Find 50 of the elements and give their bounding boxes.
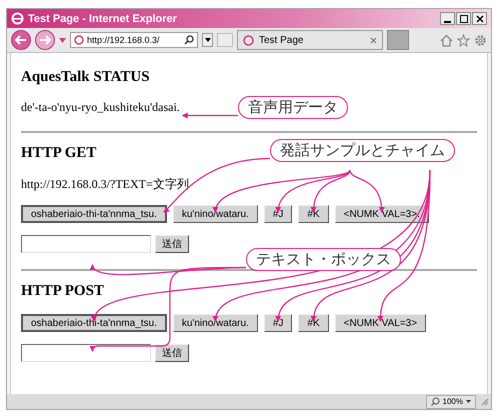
callout-label: 発話サンプルとチャイム bbox=[270, 139, 455, 162]
phrase-button[interactable]: ku'nino/wataru. bbox=[172, 314, 258, 332]
resize-grip-icon[interactable] bbox=[480, 397, 489, 406]
phrase-button[interactable]: #J bbox=[264, 205, 292, 223]
close-tab-icon[interactable] bbox=[370, 36, 377, 44]
phrase-button[interactable]: #K bbox=[298, 314, 329, 332]
submit-button[interactable]: 送信 bbox=[155, 235, 189, 253]
caret-icon bbox=[204, 38, 210, 42]
browser-logo-icon bbox=[11, 12, 24, 25]
status-text: de'-ta-o'nyu-ryo_kushiteku'dasai. bbox=[21, 100, 180, 115]
input-field[interactable] bbox=[21, 235, 151, 253]
address-dropdown-button[interactable] bbox=[202, 33, 213, 47]
forward-arrow-icon bbox=[39, 35, 51, 45]
search-icon[interactable] bbox=[184, 35, 194, 45]
section-heading: AquesTalk STATUS bbox=[21, 69, 150, 86]
back-arrow-icon bbox=[15, 35, 27, 45]
back-button[interactable] bbox=[11, 30, 31, 50]
address-bar[interactable]: http://192.168.0.3/ bbox=[70, 32, 198, 48]
phrase-button[interactable]: #K bbox=[298, 205, 329, 223]
close-icon bbox=[476, 14, 484, 22]
input-field[interactable] bbox=[21, 344, 151, 362]
minimize-button[interactable] bbox=[440, 12, 455, 25]
phrase-button[interactable]: #J bbox=[264, 314, 292, 332]
settings-icon[interactable] bbox=[474, 34, 487, 46]
maximize-icon bbox=[460, 14, 468, 22]
home-icon[interactable] bbox=[440, 34, 453, 46]
minimize-icon bbox=[444, 20, 451, 22]
page-icon bbox=[74, 35, 84, 45]
phrase-button[interactable]: ku'nino/wataru. bbox=[172, 205, 258, 223]
section-heading: HTTP GET bbox=[21, 145, 96, 162]
zoom-control[interactable]: 100% bbox=[426, 394, 476, 408]
window-title: Test Page - Internet Explorer bbox=[28, 12, 178, 24]
browser-tab[interactable]: Test Page bbox=[237, 30, 383, 50]
phrase-button[interactable]: <NUMK VAL=3> bbox=[334, 314, 426, 332]
section-heading: HTTP POST bbox=[21, 283, 104, 300]
url-text: http://192.168.0.3/?TEXT=文字列 bbox=[21, 176, 189, 193]
caret-icon bbox=[466, 400, 471, 403]
leader-line bbox=[182, 112, 238, 118]
phrase-button[interactable]: oshaberiaio-thi-ta'nnma_tsu. bbox=[21, 314, 167, 332]
phrase-button[interactable]: oshaberiaio-thi-ta'nnma_tsu. bbox=[21, 205, 167, 223]
magnifier-icon bbox=[430, 397, 440, 406]
star-icon[interactable] bbox=[457, 34, 470, 46]
caret-icon[interactable] bbox=[59, 38, 66, 42]
callout-label: 音声用データ bbox=[238, 96, 348, 119]
submit-button[interactable]: 送信 bbox=[155, 344, 189, 362]
callout-label: テキスト・ボックス bbox=[246, 248, 401, 271]
forward-button[interactable] bbox=[35, 30, 55, 50]
close-button[interactable] bbox=[472, 12, 487, 25]
maximize-button[interactable] bbox=[456, 12, 471, 25]
page-icon bbox=[243, 34, 254, 46]
